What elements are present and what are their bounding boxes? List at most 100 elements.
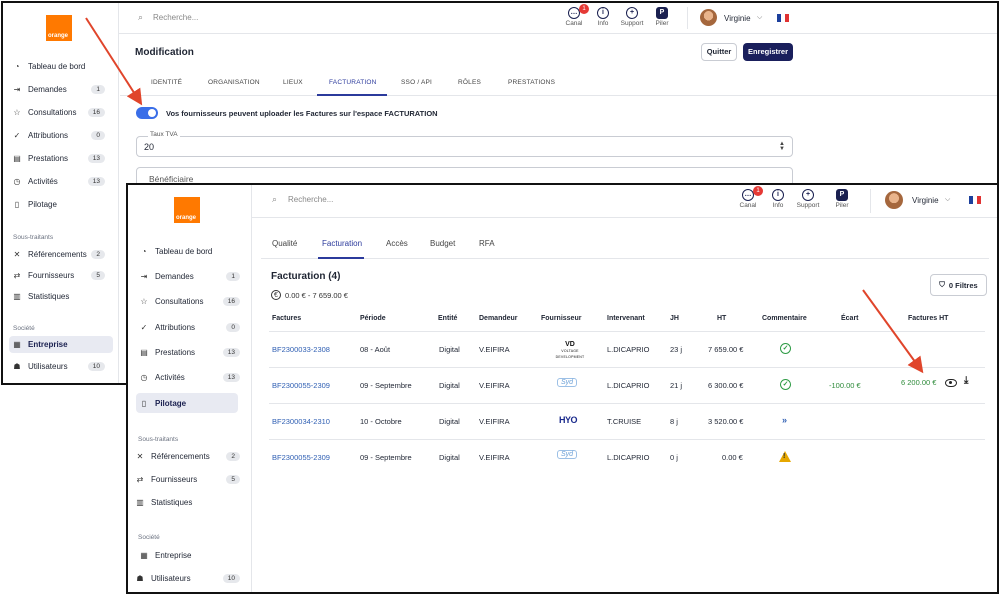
tva-rate-field[interactable]: 20 ▲ ▼ xyxy=(136,136,793,157)
column-header[interactable]: Factures xyxy=(272,315,301,322)
filter-icon: ⛉ xyxy=(939,280,945,289)
notification-badge: 1 xyxy=(753,186,763,196)
tab-organisation[interactable]: ORGANISATION xyxy=(208,79,260,86)
count-badge: 13 xyxy=(222,348,240,357)
tab-billing[interactable]: Facturation xyxy=(322,239,362,248)
info-button[interactable]: i Info xyxy=(768,189,788,209)
french-flag-icon[interactable] xyxy=(969,196,981,204)
sidebar-item-attributions[interactable]: ✓ Attributions 0 xyxy=(11,128,111,142)
document-icon: ▤ xyxy=(140,348,148,357)
invoice-link[interactable]: BF2300055-2309 xyxy=(272,453,330,462)
sidebar-item-prestations[interactable]: ▤ Prestations 13 xyxy=(138,345,246,360)
tab-roles[interactable]: RÔLES xyxy=(458,79,481,86)
tab-access[interactable]: Accès xyxy=(386,239,408,248)
file-icon: ▯ xyxy=(141,398,147,408)
sidebar-item-dashboard[interactable]: ◔ Tableau de bord xyxy=(138,244,246,259)
eye-icon[interactable] xyxy=(945,379,957,387)
warning-icon[interactable]: ! xyxy=(779,451,791,462)
supplier-upload-toggle[interactable] xyxy=(136,107,158,119)
search-input[interactable]: Recherche... xyxy=(153,13,198,22)
info-button[interactable]: i Info xyxy=(593,7,613,27)
tab-rfa[interactable]: RFA xyxy=(479,239,495,248)
user-name[interactable]: Virginie xyxy=(724,14,751,23)
toggle-label: Vos fournisseurs peuvent uploader les Fa… xyxy=(166,109,438,118)
invoice-link[interactable]: BF2300033-2308 xyxy=(272,345,330,354)
sidebar-item-pilotage[interactable]: ▯ Pilotage xyxy=(136,393,238,413)
avatar[interactable] xyxy=(700,9,717,26)
sidebar-item-dashboard[interactable]: ◔ Tableau de bord xyxy=(11,59,111,73)
column-header[interactable]: Commentaire xyxy=(762,315,807,322)
tab-places[interactable]: LIEUX xyxy=(283,79,303,86)
sidebar-item-company[interactable]: ▦ Entreprise xyxy=(9,336,113,353)
piler-button[interactable]: P Piler xyxy=(832,189,852,209)
avatar[interactable] xyxy=(885,191,903,209)
sidebar-item-referencing[interactable]: ✕ Référencements 2 xyxy=(11,247,111,261)
sidebar-item-suppliers[interactable]: ⇄ Fournisseurs 5 xyxy=(134,472,246,487)
filters-button[interactable]: ⛉ 0 Filtres xyxy=(930,274,987,296)
column-header[interactable]: Période xyxy=(360,315,386,322)
chevron-down-icon[interactable]: ⌵ xyxy=(757,14,762,22)
tab-identity[interactable]: IDENTITÉ xyxy=(151,79,182,86)
column-header[interactable]: Fournisseur xyxy=(541,315,581,322)
sidebar-item-users[interactable]: ☗ Utilisateurs 10 xyxy=(134,571,246,586)
column-header[interactable]: HT xyxy=(717,315,726,322)
download-icon[interactable]: ⤓ xyxy=(964,375,968,386)
save-button[interactable]: Enregistrer xyxy=(743,43,793,61)
orange-logo[interactable]: orange xyxy=(46,15,72,41)
chevron-down-icon[interactable]: ⌵ xyxy=(945,196,950,204)
tab-budget[interactable]: Budget xyxy=(430,239,455,248)
sidebar-item-activities[interactable]: ◷ Activités 13 xyxy=(138,370,246,385)
sidebar-item-referencing[interactable]: ✕ Référencements 2 xyxy=(134,449,246,464)
sidebar-item-consultations[interactable]: ☆ Consultations 16 xyxy=(138,294,246,309)
count-badge: 16 xyxy=(222,297,240,306)
sidebar-item-suppliers[interactable]: ⇄ Fournisseurs 5 xyxy=(11,268,111,282)
search-icon: ⌕ xyxy=(272,194,278,204)
check-circle-icon[interactable]: ✓ xyxy=(780,343,791,354)
tab-quality[interactable]: Qualité xyxy=(272,239,297,248)
french-flag-icon[interactable] xyxy=(777,14,789,22)
sidebar-item-consultations[interactable]: ☆ Consultations 16 xyxy=(11,105,111,119)
check-circle-icon[interactable]: ✓ xyxy=(780,379,791,390)
column-header[interactable]: JH xyxy=(670,315,679,322)
support-button[interactable]: + Support xyxy=(619,7,645,27)
sidebar-item-attributions[interactable]: ✓ Attributions 0 xyxy=(138,320,246,335)
count-badge: 13 xyxy=(87,176,105,186)
dashboard-icon: ◔ xyxy=(14,61,20,71)
section-label: Société xyxy=(138,534,160,541)
sidebar-item-requests[interactable]: ⇥ Demandes 1 xyxy=(138,269,246,284)
stepper-icon[interactable]: ▲ ▼ xyxy=(779,141,785,152)
column-header[interactable]: Intervenant xyxy=(607,315,645,322)
handshake-icon: ⇄ xyxy=(13,270,21,280)
column-header[interactable]: Écart xyxy=(841,315,859,322)
chevron-right-icon[interactable]: » xyxy=(782,415,787,425)
piler-button[interactable]: P Piler xyxy=(652,7,672,27)
sidebar-item-pilotage[interactable]: ▯ Pilotage xyxy=(11,197,111,211)
canal-button[interactable]: … 1 Canal xyxy=(737,186,763,209)
invoice-ht-value: 6 200.00 € xyxy=(901,378,937,387)
canal-button[interactable]: … 1 Canal xyxy=(563,4,589,27)
sidebar-item-activities[interactable]: ◷ Activités 13 xyxy=(11,174,111,188)
lifebuoy-icon: + xyxy=(802,189,814,201)
sidebar-item-users[interactable]: ☗ Utilisateurs 10 xyxy=(11,359,111,373)
sidebar-item-prestations[interactable]: ▤ Prestations 13 xyxy=(11,151,111,165)
orange-logo[interactable]: orange xyxy=(174,197,200,223)
sidebar: orange ◔ Tableau de bord ⇥ Demandes 1 ☆ Cons… xyxy=(128,185,252,592)
column-header[interactable]: Demandeur xyxy=(479,315,518,322)
tab-billing[interactable]: FACTURATION xyxy=(329,79,377,86)
sidebar-item-statistics[interactable]: ▥ Statistiques xyxy=(134,495,246,510)
sidebar-item-statistics[interactable]: ▥ Statistiques xyxy=(11,289,111,303)
row-divider xyxy=(269,367,985,368)
column-header[interactable]: Factures HT xyxy=(908,315,948,322)
invoice-link[interactable]: BF2300034-2310 xyxy=(272,417,330,426)
count-badge: 0 xyxy=(91,130,105,140)
tab-sso-api[interactable]: SSO / API xyxy=(401,79,432,86)
sidebar-item-company[interactable]: ▦ Entreprise xyxy=(138,548,246,563)
tab-prestations[interactable]: PRESTATIONS xyxy=(508,79,555,86)
invoice-link[interactable]: BF2300055-2309 xyxy=(272,381,330,390)
column-header[interactable]: Entité xyxy=(438,315,457,322)
user-name[interactable]: Virginie xyxy=(912,196,939,205)
support-button[interactable]: + Support xyxy=(794,189,822,209)
sidebar-item-requests[interactable]: ⇥ Demandes 1 xyxy=(11,82,111,96)
search-input[interactable]: Recherche... xyxy=(288,195,333,204)
quit-button[interactable]: Quitter xyxy=(701,43,737,61)
